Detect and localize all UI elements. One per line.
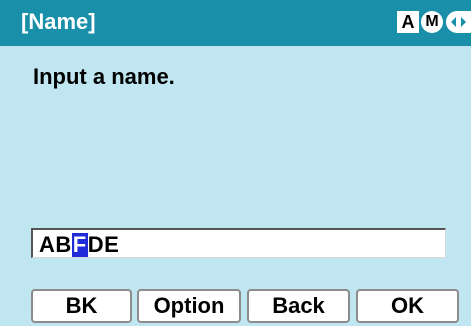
title-bar: [Name] A M (0, 0, 471, 46)
left-right-arrows-icon (446, 11, 471, 33)
text-before-cursor: AB (39, 232, 72, 257)
back-softkey[interactable]: Back (247, 289, 350, 323)
screen-title: [Name] (21, 9, 96, 34)
cursor-character: F (71, 232, 88, 257)
name-input-field[interactable]: ABFDE (31, 228, 446, 258)
name-input-screen: [Name] A M Input a name. ABFDE BK Option… (0, 0, 471, 326)
text-after-cursor: DE (87, 232, 120, 257)
name-input-text: ABFDE (39, 233, 119, 257)
input-prompt: Input a name. (33, 64, 175, 89)
memory-indicator: M (421, 11, 443, 33)
alpha-mode-indicator: A (397, 11, 419, 33)
ok-softkey[interactable]: OK (356, 289, 459, 323)
option-softkey[interactable]: Option (137, 289, 241, 323)
bk-softkey[interactable]: BK (31, 289, 132, 323)
